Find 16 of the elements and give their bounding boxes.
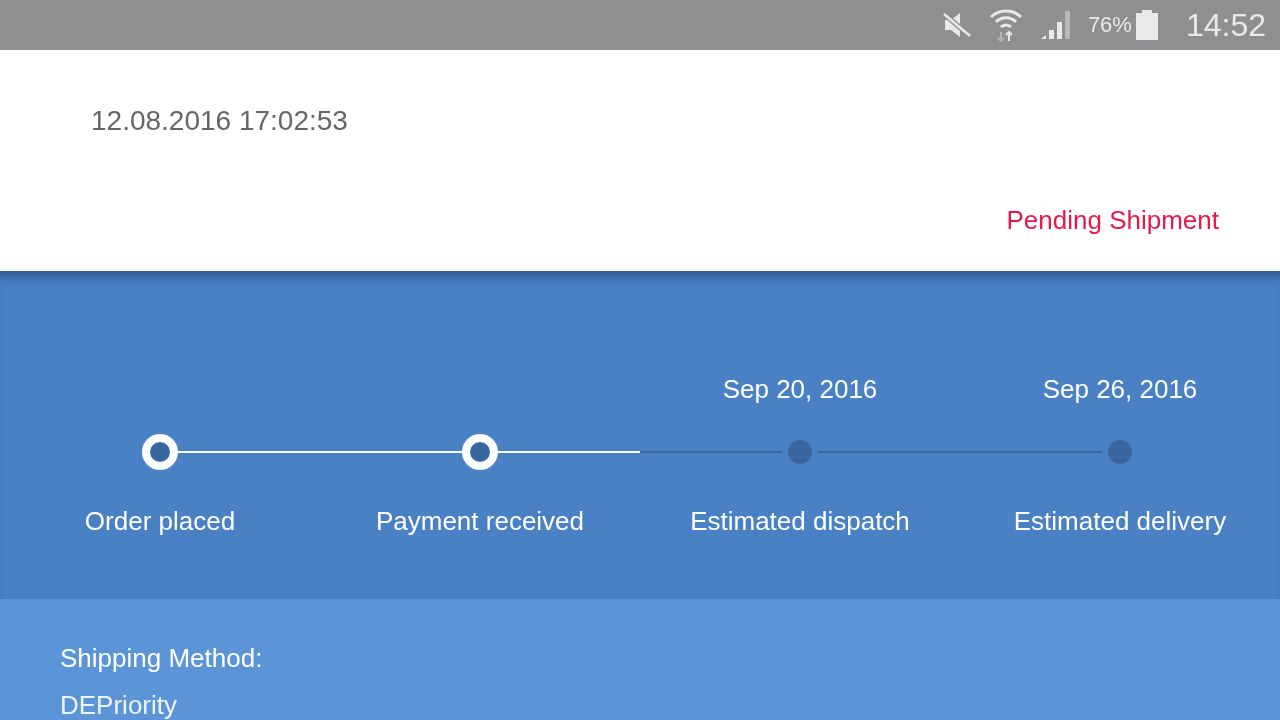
step-label: Payment received [375, 505, 585, 537]
clock-time: 14:52 [1185, 9, 1266, 41]
shipping-method-heading: Shipping Method: [60, 643, 263, 674]
step-label: Order placed [84, 505, 236, 537]
step-date: Sep 26, 2016 [1042, 373, 1198, 405]
shipping-method-value: DEPriority [60, 690, 177, 720]
order-status: Pending Shipment [1006, 204, 1219, 236]
step-date: Sep 20, 2016 [722, 373, 878, 405]
signal-bars-icon [1039, 11, 1072, 39]
step-label: Estimated dispatch [690, 505, 910, 537]
muted-speaker-icon [941, 12, 972, 38]
wifi-icon [987, 8, 1024, 42]
battery-icon [1135, 10, 1158, 40]
order-timestamp: 12.08.2016 17:02:53 [91, 104, 348, 138]
battery-percent: 76% [1087, 14, 1132, 36]
step-label: Estimated delivery [1013, 505, 1227, 537]
